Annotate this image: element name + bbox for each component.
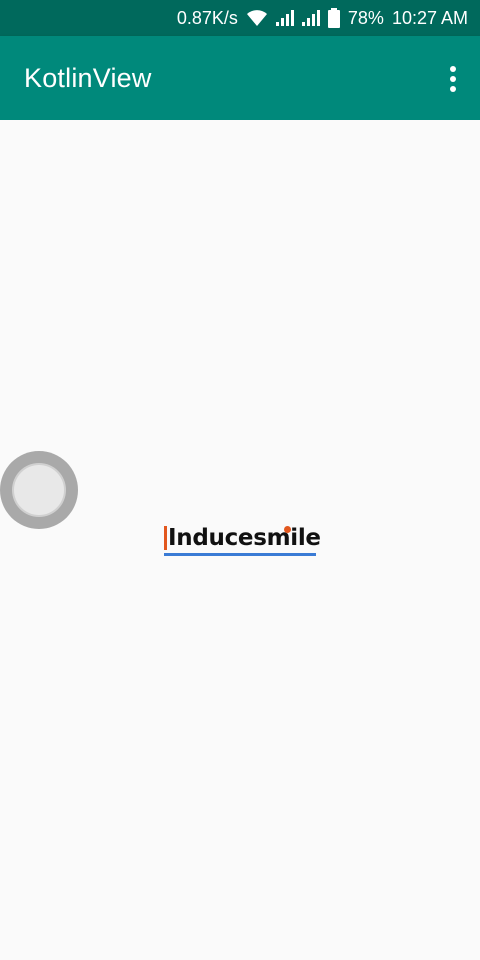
floating-assistive-button[interactable] (0, 451, 78, 529)
brand-text: Inducesmile (168, 525, 321, 551)
signal-icon-2 (301, 10, 320, 26)
more-vert-icon[interactable] (446, 66, 460, 92)
app-title: KotlinView (24, 62, 152, 93)
battery-percent: 78% (347, 7, 384, 28)
clock: 10:27 AM (391, 7, 468, 28)
wifi-icon (246, 9, 268, 27)
brand-logo: Inducesmile (164, 524, 321, 556)
brand-bar-mark (164, 526, 167, 550)
main-content: Inducesmile (0, 120, 480, 960)
battery-icon (327, 8, 340, 28)
signal-icon-1 (275, 10, 294, 26)
status-bar: 0.87K/s 78% 10:27 AM (0, 0, 480, 36)
brand-dot-mark (284, 526, 291, 533)
app-bar: KotlinView (0, 36, 480, 120)
network-speed: 0.87K/s (176, 7, 238, 28)
